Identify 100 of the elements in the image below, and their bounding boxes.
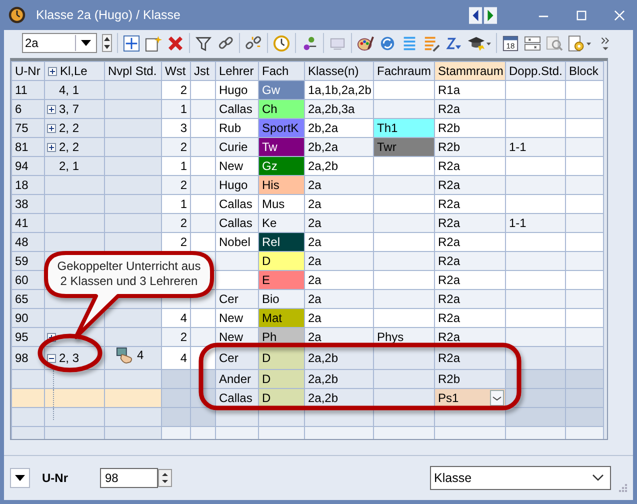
link-icon[interactable]: [217, 34, 234, 52]
column-header[interactable]: Stammraum: [434, 62, 506, 80]
calendar-icon[interactable]: 18: [502, 34, 519, 52]
column-header[interactable]: Lehrer: [216, 62, 258, 80]
table-cell: R2a: [434, 176, 506, 194]
grid-icon[interactable]: [524, 34, 541, 52]
table-cell: R1a: [434, 80, 506, 100]
table-cell: [374, 176, 434, 194]
new-item-icon[interactable]: [145, 34, 162, 52]
table-cell: New: [216, 308, 258, 328]
next-icon[interactable]: [484, 6, 497, 24]
clock-app-icon: [8, 6, 26, 24]
table-cell: Rub: [216, 118, 258, 138]
table-cell: 2a: [304, 194, 374, 214]
table-cell: Ke: [258, 214, 304, 232]
table-cell: [374, 100, 434, 118]
people-icon[interactable]: [301, 34, 318, 52]
table-cell: Twr: [374, 138, 434, 156]
column-header[interactable]: Nvpl Std.: [104, 62, 162, 80]
table-cell: 2a: [304, 214, 374, 232]
table-cell: Mus: [258, 194, 304, 214]
table-cell: 2a,2b: [304, 346, 374, 370]
view-dropdown[interactable]: Klasse: [430, 466, 611, 490]
column-header[interactable]: Jst: [190, 62, 216, 80]
spinner-icon[interactable]: [102, 34, 112, 52]
resize-grip-icon[interactable]: [619, 484, 627, 492]
column-header[interactable]: Dopp.Std.: [506, 62, 566, 80]
list-edit-icon[interactable]: [423, 34, 440, 52]
expand-icon[interactable]: [47, 354, 56, 363]
previous-icon[interactable]: [469, 6, 482, 24]
table-cell: Th1: [374, 118, 434, 138]
selected-row-marker[interactable]: [12, 388, 44, 408]
table-cell: R2a: [434, 270, 506, 290]
filter-icon[interactable]: [195, 34, 212, 52]
expand-icon[interactable]: [48, 66, 57, 76]
table-cell: 60: [12, 270, 44, 290]
table-cell: 1: [162, 156, 190, 176]
table-cell: 2: [162, 80, 190, 100]
column-header[interactable]: Kl,Le: [44, 62, 104, 80]
highlight-ellipse: [38, 334, 102, 372]
table-cell: Gw: [258, 80, 304, 100]
column-header[interactable]: Fach: [258, 62, 304, 80]
table-cell: R2b: [434, 118, 506, 138]
table-cell: 18: [12, 176, 44, 194]
room-dropdown[interactable]: Ps1: [436, 390, 504, 406]
dropdown-icon: [81, 40, 91, 46]
table-cell: [374, 194, 434, 214]
table-cell: D: [258, 252, 304, 270]
number-field[interactable]: 98: [100, 468, 158, 488]
column-header[interactable]: Block: [566, 62, 604, 80]
table-cell: 81: [12, 138, 44, 156]
settings-icon[interactable]: [568, 34, 592, 52]
table-cell: [374, 308, 434, 328]
table-cell: Hugo: [216, 80, 258, 100]
column-header[interactable]: Fachraum: [374, 62, 434, 80]
sort-label: U-Nr: [42, 471, 69, 485]
column-header[interactable]: U-Nr: [12, 62, 44, 80]
table-cell: Tw: [258, 138, 304, 156]
table-cell: 59: [12, 252, 44, 270]
table-cell: 2a: [304, 290, 374, 308]
table-cell: Rel: [258, 232, 304, 252]
table-cell: R2a: [434, 308, 506, 328]
spinner-icon[interactable]: [158, 469, 172, 487]
table-cell: Cer: [216, 290, 258, 308]
table-cell: 2b,2a: [304, 118, 374, 138]
expand-icon[interactable]: [47, 124, 56, 133]
table-cell: Cer: [216, 346, 258, 370]
close-icon[interactable]: [614, 10, 625, 20]
table-cell: [374, 232, 434, 252]
move-grid-icon[interactable]: [123, 34, 140, 52]
table-cell: 2a,2b: [304, 156, 374, 176]
table-cell: [374, 290, 434, 308]
clock-icon[interactable]: [273, 34, 290, 52]
expand-icon[interactable]: [47, 104, 56, 114]
expand-icon[interactable]: [47, 142, 56, 152]
maximize-icon[interactable]: [576, 10, 587, 20]
table-cell: 2a,2b: [304, 370, 374, 388]
graduation-cap-icon[interactable]: [467, 34, 491, 52]
hand-icon[interactable]: [116, 348, 133, 364]
column-header[interactable]: Wst: [162, 62, 190, 80]
table-cell: 48: [12, 232, 44, 252]
delete-icon[interactable]: [167, 34, 184, 52]
table-cell: 6: [12, 100, 44, 118]
table-cell: Callas: [216, 214, 258, 232]
table-cell: 2: [162, 138, 190, 156]
class-selector[interactable]: 2a: [22, 33, 97, 53]
table-cell: R2a: [434, 194, 506, 214]
menu-dropdown-button[interactable]: [10, 468, 30, 488]
table-cell: D: [258, 346, 304, 370]
broken-link-icon[interactable]: [245, 34, 262, 52]
table-cell: R2a: [434, 346, 506, 370]
table-cell: [374, 156, 434, 176]
table-cell: 2, 1: [59, 158, 80, 172]
table-cell: R2a: [434, 156, 506, 176]
table-cell: SportK: [258, 118, 304, 138]
table-cell: 2: [162, 232, 190, 252]
refresh-icon[interactable]: [379, 34, 396, 52]
column-header[interactable]: Klasse(n): [304, 62, 374, 80]
table-cell: Callas: [216, 194, 258, 214]
palette-icon[interactable]: [357, 34, 374, 52]
